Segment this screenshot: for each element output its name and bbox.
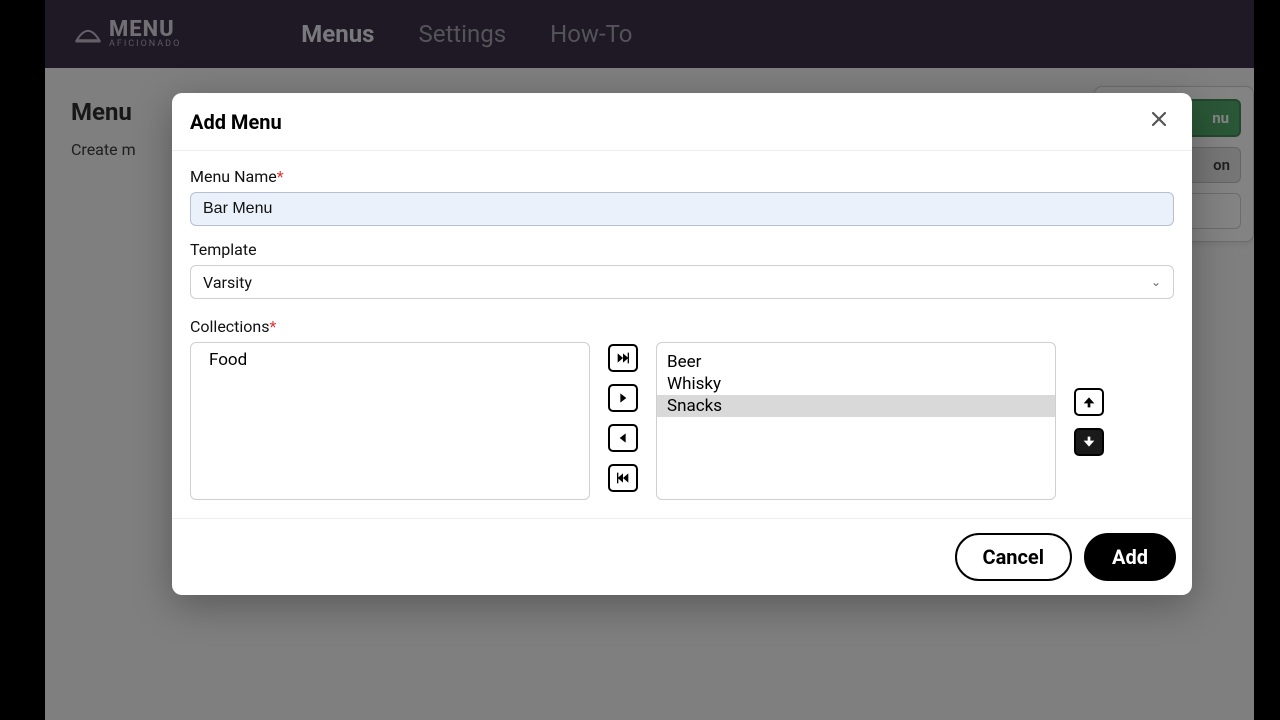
move-down-button[interactable] <box>1074 428 1104 456</box>
transfer-buttons <box>608 344 638 492</box>
template-label: Template <box>190 240 1174 259</box>
move-all-left-button[interactable] <box>608 464 638 492</box>
template-selected-value: Varsity <box>203 273 252 292</box>
menu-name-label: Menu Name* <box>190 167 1174 186</box>
collections-label: Collections* <box>190 317 1174 336</box>
collections-label-text: Collections <box>190 317 270 336</box>
required-asterisk: * <box>270 317 277 336</box>
move-right-button[interactable] <box>608 384 638 412</box>
close-icon[interactable] <box>1144 107 1174 136</box>
chevron-down-icon: ⌄ <box>1151 275 1161 289</box>
move-left-button[interactable] <box>608 424 638 452</box>
cancel-button[interactable]: Cancel <box>955 533 1073 581</box>
reorder-buttons <box>1074 388 1104 456</box>
move-up-button[interactable] <box>1074 388 1104 416</box>
add-button[interactable]: Add <box>1084 533 1176 581</box>
list-item[interactable]: Snacks <box>657 395 1055 417</box>
modal-title: Add Menu <box>190 110 282 134</box>
add-menu-modal: Add Menu Menu Name* Template Varsity ⌄ C… <box>172 93 1192 595</box>
menu-name-input[interactable] <box>190 192 1174 226</box>
move-all-right-button[interactable] <box>608 344 638 372</box>
template-select[interactable]: Varsity ⌄ <box>190 265 1174 299</box>
selected-collections-list[interactable]: Beer Whisky Snacks <box>656 342 1056 500</box>
required-asterisk: * <box>277 167 284 186</box>
available-collections-list[interactable]: Food <box>190 342 590 500</box>
list-item[interactable]: Beer <box>657 351 1055 373</box>
list-item[interactable]: Food <box>199 349 581 371</box>
menu-name-label-text: Menu Name <box>190 167 277 186</box>
list-item[interactable]: Whisky <box>657 373 1055 395</box>
